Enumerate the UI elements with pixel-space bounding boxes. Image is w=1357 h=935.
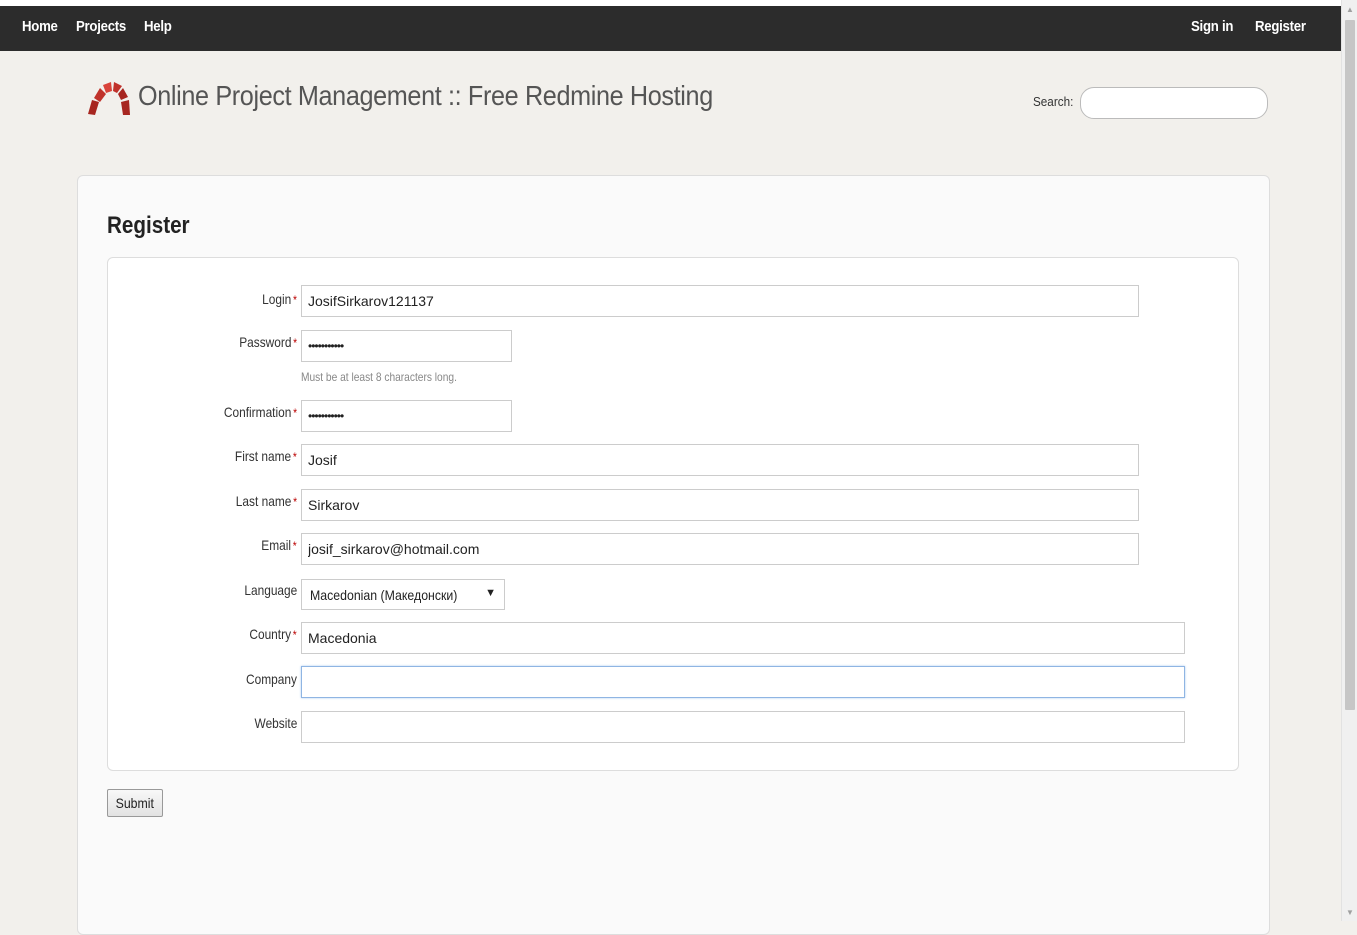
redmine-logo-icon[interactable] [86, 78, 131, 116]
nav-projects-link[interactable]: Projects [76, 18, 126, 35]
nav-register-link[interactable]: Register [1255, 18, 1306, 35]
scroll-thumb[interactable] [1345, 20, 1355, 710]
password-confirmation-input[interactable] [301, 400, 512, 432]
page-title: Register [107, 212, 190, 239]
website-label: Website [254, 715, 297, 731]
top-menu: Home Projects Help Sign in Register [0, 6, 1341, 51]
password-label: Password * [239, 334, 297, 350]
language-select[interactable]: Macedonian (Македонски) ▼ [301, 579, 505, 610]
company-input[interactable] [301, 666, 1185, 698]
required-marker: * [293, 450, 297, 464]
required-marker: * [293, 539, 297, 553]
language-selected-value: Macedonian (Македонски) [310, 587, 458, 603]
login-label: Login * [262, 291, 297, 307]
password-hint: Must be at least 8 characters long. [301, 370, 457, 384]
scroll-down-arrow-icon[interactable]: ▼ [1345, 907, 1355, 919]
required-marker: * [293, 406, 297, 420]
nav-sign-in-link[interactable]: Sign in [1191, 18, 1233, 35]
country-input[interactable] [301, 622, 1185, 654]
search-input[interactable] [1080, 87, 1268, 119]
country-label: Country * [249, 626, 297, 642]
company-label: Company [246, 671, 297, 687]
email-input[interactable] [301, 533, 1139, 565]
required-marker: * [293, 293, 297, 307]
required-marker: * [293, 495, 297, 509]
first-name-label: First name * [235, 448, 297, 464]
last-name-input[interactable] [301, 489, 1139, 521]
site-title[interactable]: Online Project Management :: Free Redmin… [138, 80, 713, 112]
nav-home-link[interactable]: Home [22, 18, 58, 35]
email-label: Email * [261, 537, 297, 553]
dropdown-arrow-icon: ▼ [485, 587, 496, 599]
nav-help-link[interactable]: Help [144, 18, 172, 35]
password-input[interactable] [301, 330, 512, 362]
scroll-up-arrow-icon[interactable]: ▲ [1345, 4, 1355, 16]
language-label: Language [244, 582, 297, 598]
login-input[interactable] [301, 285, 1139, 317]
website-input[interactable] [301, 711, 1185, 743]
required-marker: * [293, 628, 297, 642]
confirmation-label: Confirmation * [223, 404, 297, 420]
last-name-label: Last name * [235, 493, 297, 509]
vertical-scrollbar[interactable]: ▲ ▼ [1341, 0, 1357, 921]
search-label: Search: [1033, 94, 1074, 109]
submit-button[interactable]: Submit [107, 789, 163, 817]
first-name-input[interactable] [301, 444, 1139, 476]
required-marker: * [293, 336, 297, 350]
